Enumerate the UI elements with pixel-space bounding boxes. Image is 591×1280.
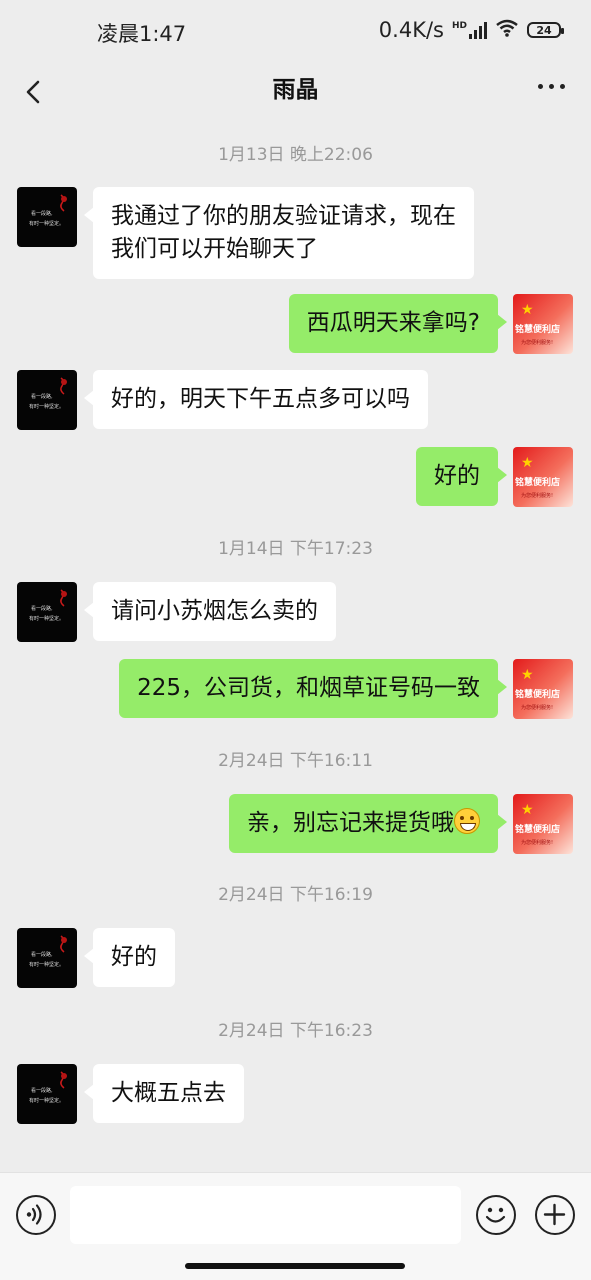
battery-icon: 24 [527,22,564,38]
timestamp: 2月24日 下午16:11 [218,751,373,771]
emoji-icon[interactable] [476,1195,516,1235]
self-avatar[interactable]: ★ 铭慧便利店 为您便利服务! [513,794,573,854]
avatar-text: 有时一种坚定。 [29,961,64,968]
timestamp: 2月24日 下午16:19 [218,885,373,905]
avatar-text: 铭慧便利店 [515,823,560,835]
chat-header: 雨晶 [0,64,591,122]
svg-text:★: ★ [521,667,534,683]
message-text: 225，公司货，和烟草证号码一致 [137,675,480,701]
contact-avatar[interactable]: 看一段路, 有时一种坚定。 [17,370,77,430]
message-text: 好的，明天下午五点多可以吗 [111,386,410,412]
timestamp: 2月24日 下午16:23 [218,1021,373,1041]
timestamp: 1月13日 晚上22:06 [218,145,373,165]
avatar-text: 铭慧便利店 [515,323,560,335]
plus-icon[interactable] [535,1195,575,1235]
svg-text:★: ★ [521,455,534,471]
contact-avatar[interactable]: 看一段路, 有时一种坚定。 [17,582,77,642]
message-bubble[interactable]: 大概五点去 [84,1064,244,1123]
message-bubble[interactable]: 请问小苏烟怎么卖的 [84,582,336,641]
message-bubble[interactable]: 好的，明天下午五点多可以吗 [84,370,428,429]
message-bubble[interactable]: 好的 [416,447,507,506]
avatar-text: 看一段路, [31,951,53,958]
home-indicator[interactable] [185,1263,405,1269]
message-bubble[interactable]: 我通过了你的朋友验证请求，现在 我们可以开始聊天了 [84,187,474,279]
avatar-text: 看一段路, [31,605,53,612]
avatar-text: 有时一种坚定。 [29,220,64,227]
voice-icon[interactable] [16,1195,56,1235]
timestamp: 1月14日 下午17:23 [218,539,373,559]
message-bubble[interactable]: 225，公司货，和烟草证号码一致 [119,659,507,718]
message-text: 西瓜明天来拿吗? [306,310,480,336]
message-bubble[interactable]: 西瓜明天来拿吗? [288,294,508,353]
avatar-text: 看一段路, [31,1087,53,1094]
status-time: 凌晨1:47 [97,22,187,46]
message-text: 大概五点去 [111,1080,226,1106]
avatar-text: 为您便利服务! [521,839,553,846]
avatar-text: 为您便利服务! [521,492,553,499]
avatar-text: 铭慧便利店 [515,476,560,488]
self-avatar[interactable]: ★ 铭慧便利店 为您便利服务! [513,294,573,354]
status-bar: 凌晨1:47 0.4K/s HD 24 [0,0,591,64]
avatar-text: 铭慧便利店 [515,688,560,700]
self-avatar[interactable]: ★ 铭慧便利店 为您便利服务! [513,447,573,507]
contact-avatar[interactable]: 看一段路, 有时一种坚定。 [17,1064,77,1124]
svg-text:★: ★ [521,302,534,318]
avatar-text: 为您便利服务! [521,704,553,711]
message-text: 好的 [434,463,480,489]
status-right: 0.4K/s HD 24 [378,18,564,42]
message-text: 亲，别忘记来提货哦 [247,810,454,836]
grin-emoji-icon [454,808,480,834]
message-list[interactable]: 1月13日 晚上22:06 看一段路, 有时一种坚定。 我通过了你的朋友验证请求… [0,122,591,1172]
message-text: 好的 [111,944,157,970]
contact-avatar[interactable]: 看一段路, 有时一种坚定。 [17,187,77,247]
message-bubble[interactable]: 亲，别忘记来提货哦 [229,794,507,853]
network-speed: 0.4K/s [378,18,444,42]
signal-icon: HD [452,21,487,39]
avatar-text: 看一段路, [31,393,53,400]
message-text: 我们可以开始聊天了 [111,236,318,262]
contact-avatar[interactable]: 看一段路, 有时一种坚定。 [17,928,77,988]
message-input[interactable] [70,1186,461,1244]
message-text: 我通过了你的朋友验证请求，现在 [111,203,456,229]
avatar-text: 有时一种坚定。 [29,615,64,622]
avatar-text: 看一段路, [31,210,53,217]
avatar-text: 有时一种坚定。 [29,403,64,410]
svg-text:★: ★ [521,802,534,818]
self-avatar[interactable]: ★ 铭慧便利店 为您便利服务! [513,659,573,719]
more-horizontal-icon[interactable] [538,78,565,95]
message-text: 请问小苏烟怎么卖的 [111,598,318,624]
message-bubble[interactable]: 好的 [84,928,175,987]
wifi-icon [495,18,519,42]
hd-label: HD [451,21,467,31]
avatar-text: 为您便利服务! [521,339,553,346]
page-title: 雨晶 [272,77,319,103]
avatar-text: 有时一种坚定。 [29,1097,64,1104]
